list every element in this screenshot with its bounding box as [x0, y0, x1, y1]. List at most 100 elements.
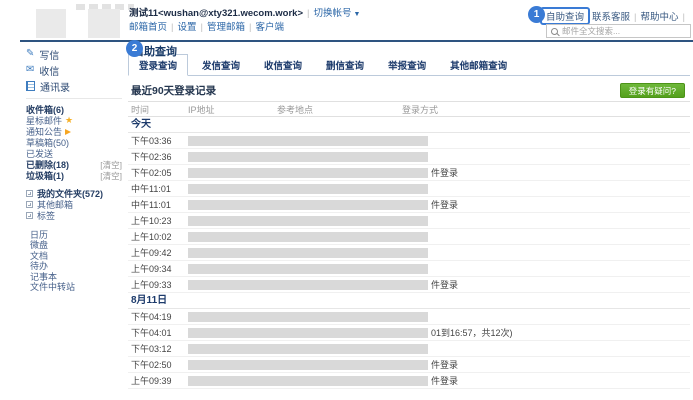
folder-group-list: 我的文件夹(572) 其他邮箱 标签	[26, 188, 122, 221]
query-tab[interactable]: 其他邮箱查询	[440, 55, 517, 75]
account-name: 测试11<wushan@xty321.wecom.work>	[129, 8, 303, 19]
row-time: 下午02:36	[131, 149, 172, 165]
table-row: 下午02:50 件登录	[128, 357, 690, 373]
announcement-horn-icon	[65, 129, 71, 135]
sidebar-group[interactable]: 标签	[26, 210, 122, 221]
separator: |	[171, 22, 173, 33]
section-head: 最近90天登录记录 登录有疑问?	[131, 83, 685, 99]
table-row: 中午11:01	[128, 181, 690, 197]
separator: |	[634, 12, 636, 23]
separator: |	[201, 22, 203, 33]
annotation-circle-1: 1	[528, 6, 545, 23]
table-row: 下午04:01 01到16:57，共12次)	[128, 325, 690, 341]
check-mail-button[interactable]: ✉ 收信	[26, 62, 122, 78]
app-label: 文件中转站	[30, 280, 75, 293]
check-mail-label: 收信	[39, 63, 59, 78]
sidebar-folder[interactable]: 垃圾箱(1) ★ [清空]	[26, 170, 122, 181]
row-time: 中午11:01	[131, 181, 171, 197]
address-book-icon	[26, 81, 35, 91]
redacted-bar	[188, 280, 428, 290]
expand-plus-icon[interactable]	[26, 212, 33, 219]
table-row: 上午10:23	[128, 213, 690, 229]
table-row: 8月11日	[128, 293, 690, 309]
switch-account-link[interactable]: 切换帐号	[313, 8, 351, 19]
expand-plus-icon[interactable]	[26, 190, 33, 197]
envelope-icon: ✉	[26, 65, 34, 75]
table-row: 下午02:05 件登录	[128, 165, 690, 181]
help-center-link[interactable]: 帮助中心	[641, 12, 679, 23]
top-right-links: 自助查询联系客服|帮助中心|	[540, 7, 689, 25]
query-tab[interactable]: 收信查询	[254, 55, 312, 75]
row-time: 今天	[131, 117, 151, 133]
redacted-bar	[188, 360, 428, 370]
column-header: IP地址	[188, 102, 215, 118]
pencil-icon: ✎	[26, 49, 34, 59]
redacted-bar	[188, 152, 428, 162]
header-nav-link[interactable]: 管理邮箱	[207, 22, 245, 33]
contact-support-link[interactable]: 联系客服	[592, 12, 630, 23]
redacted-bar	[188, 248, 428, 258]
header-nav-link[interactable]: 邮箱首页	[129, 22, 167, 33]
expand-plus-icon[interactable]	[26, 201, 33, 208]
sidebar: ✎ 写信 ✉ 收信 通讯录 收件箱(6) ★ 星标邮件 ★ 通知公告 ★ 草稿箱…	[26, 46, 122, 292]
row-time: 上午10:23	[131, 213, 172, 229]
annotation-highlight-box: 自助查询	[540, 7, 590, 25]
redacted-bar	[188, 200, 428, 210]
row-time: 下午02:50	[131, 357, 172, 373]
row-time: 下午03:12	[131, 341, 172, 357]
sidebar-app-item[interactable]: 文件中转站	[30, 282, 122, 293]
table-row: 下午02:36	[128, 149, 690, 165]
table-header: 时间IP地址参考地点登录方式	[128, 101, 690, 117]
login-record-table: 时间IP地址参考地点登录方式 今天 下午03:36 下午02:36 下午02:0…	[128, 101, 690, 389]
section-title: 最近90天登录记录	[131, 83, 685, 99]
logo-placeholder	[88, 9, 120, 38]
caret-down-icon: ▼	[354, 11, 361, 18]
redacted-bar	[188, 312, 428, 322]
login-question-button[interactable]: 登录有疑问?	[620, 83, 685, 98]
header-nav-link[interactable]: 客户端	[255, 22, 284, 33]
search-input[interactable]	[562, 26, 686, 36]
webmail-page: 测试11<wushan@xty321.wecom.work> | 切换帐号▼ 邮箱首…	[0, 0, 693, 400]
header-nav-link[interactable]: 设置	[177, 22, 196, 33]
row-login-method-tail: 件登录	[431, 373, 458, 389]
table-row: 上午09:34	[128, 261, 690, 277]
column-header: 参考地点	[277, 102, 313, 118]
table-body: 今天 下午03:36 下午02:36 下午02:05 件登录 中午11:01 中…	[128, 117, 690, 389]
redacted-bar	[188, 376, 428, 386]
account-area: 测试11<wushan@xty321.wecom.work> | 切换帐号▼ 邮箱首…	[129, 7, 360, 34]
row-time: 上午09:34	[131, 261, 172, 277]
redacted-bar	[188, 328, 428, 338]
row-time: 下午03:36	[131, 133, 172, 149]
redacted-bar	[188, 184, 428, 194]
header-divider	[20, 40, 693, 42]
redacted-bar	[188, 344, 428, 354]
compose-button[interactable]: ✎ 写信	[26, 46, 122, 62]
row-time: 上午09:42	[131, 245, 172, 261]
query-tab[interactable]: 举报查询	[378, 55, 436, 75]
self-service-link[interactable]: 自助查询	[546, 12, 584, 23]
row-login-method-tail: 件登录	[431, 197, 458, 213]
account-nav-links: 邮箱首页 | 设置 | 管理邮箱 | 客户端	[129, 21, 360, 34]
mail-search-box[interactable]	[546, 24, 691, 38]
search-icon	[551, 28, 558, 35]
table-row: 下午04:19	[128, 309, 690, 325]
redacted-bar	[188, 232, 428, 242]
contacts-button[interactable]: 通讯录	[26, 78, 122, 94]
empty-folder-action[interactable]: [清空]	[100, 170, 122, 182]
star-icon: ★	[65, 115, 73, 126]
query-tabs: 登录查询发信查询收信查询删信查询举报查询其他邮箱查询	[128, 57, 690, 76]
table-row: 上午10:02	[128, 229, 690, 245]
app-list: 日历 微盘 文档 待办 记事本 文件中转站	[26, 229, 122, 292]
annotation-circle-2: 2	[126, 40, 143, 57]
table-row: 下午03:36	[128, 133, 690, 149]
contacts-label: 通讯录	[40, 79, 70, 94]
row-time: 上午09:33	[131, 277, 172, 293]
redacted-bar	[188, 264, 428, 274]
row-time: 上午10:02	[131, 229, 172, 245]
query-tab[interactable]: 发信查询	[192, 55, 250, 75]
redacted-bar	[188, 168, 428, 178]
separator: |	[249, 22, 251, 33]
row-time: 下午04:19	[131, 309, 172, 325]
row-time: 中午11:01	[131, 197, 171, 213]
query-tab[interactable]: 删信查询	[316, 55, 374, 75]
